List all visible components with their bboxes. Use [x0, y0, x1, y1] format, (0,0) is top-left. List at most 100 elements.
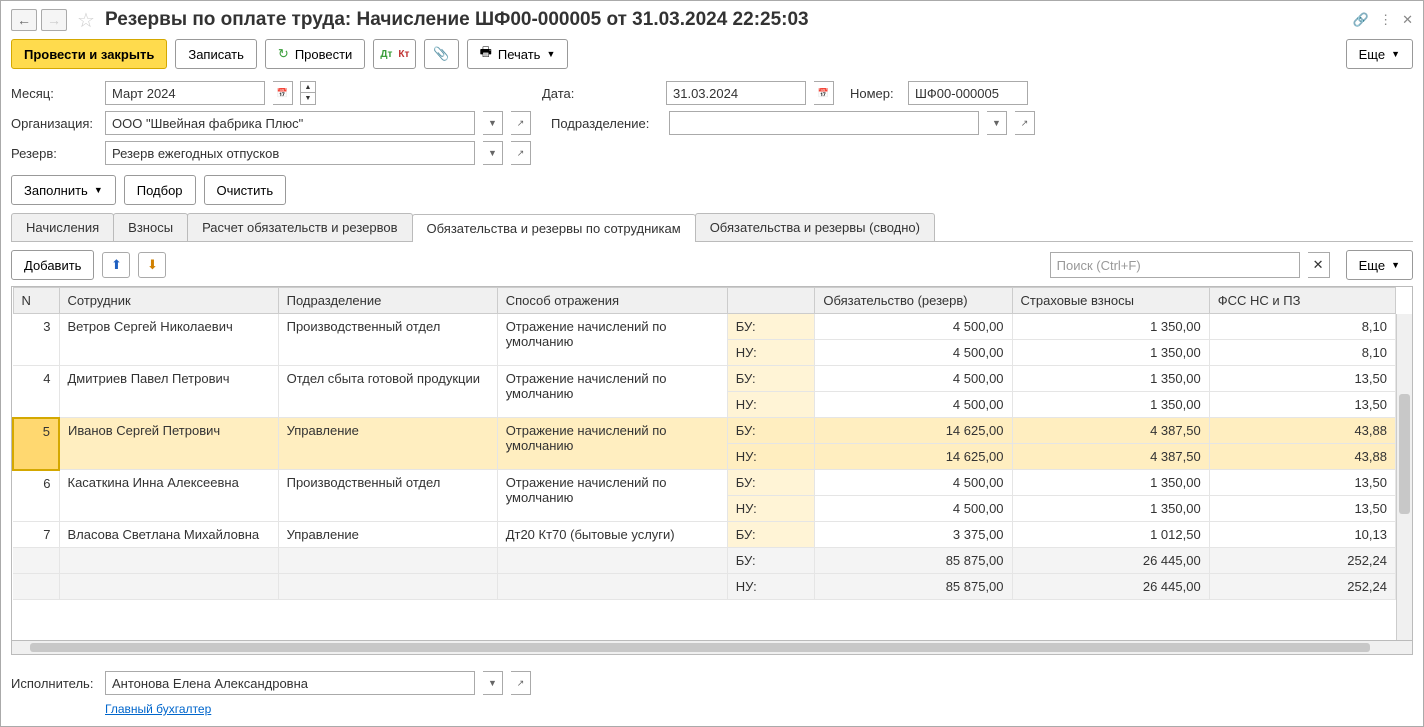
add-row-button[interactable]: Добавить: [11, 250, 94, 280]
tab-0[interactable]: Начисления: [11, 213, 114, 241]
table-cell[interactable]: [278, 574, 497, 600]
table-cell[interactable]: 8,10: [1209, 340, 1395, 366]
month-stepper[interactable]: ▲▼: [300, 81, 316, 105]
column-header[interactable]: [727, 288, 815, 314]
column-header[interactable]: Страховые взносы: [1012, 288, 1209, 314]
table-cell[interactable]: 1 350,00: [1012, 496, 1209, 522]
org-input[interactable]: ООО "Швейная фабрика Плюс": [105, 111, 475, 135]
table-row[interactable]: 6Касаткина Инна АлексеевнаПроизводственн…: [13, 470, 1396, 496]
table-cell[interactable]: 1 012,50: [1012, 522, 1209, 548]
table-cell[interactable]: 1 350,00: [1012, 470, 1209, 496]
employees-table[interactable]: NСотрудникПодразделениеСпособ отраженияО…: [12, 287, 1396, 600]
table-cell[interactable]: [13, 548, 59, 574]
table-cell[interactable]: БУ:: [727, 314, 815, 340]
table-cell[interactable]: Отдел сбыта готовой продукции: [278, 366, 497, 418]
table-cell[interactable]: 8,10: [1209, 314, 1395, 340]
table-cell[interactable]: [59, 574, 278, 600]
dept-open-button[interactable]: ↗: [1015, 111, 1035, 135]
table-cell[interactable]: НУ:: [727, 444, 815, 470]
table-cell[interactable]: 1 350,00: [1012, 314, 1209, 340]
reserve-dropdown-button[interactable]: ▼: [483, 141, 503, 165]
post-button[interactable]: ↻Провести: [265, 39, 365, 69]
save-button[interactable]: Записать: [175, 39, 257, 69]
table-cell[interactable]: 13,50: [1209, 470, 1395, 496]
tab-1[interactable]: Взносы: [113, 213, 188, 241]
column-header[interactable]: Способ отражения: [497, 288, 727, 314]
date-input[interactable]: 31.03.2024: [666, 81, 806, 105]
reserve-input[interactable]: Резерв ежегодных отпусков: [105, 141, 475, 165]
table-cell[interactable]: [497, 574, 727, 600]
table-cell[interactable]: БУ:: [727, 470, 815, 496]
org-open-button[interactable]: ↗: [511, 111, 531, 135]
table-cell[interactable]: БУ:: [727, 418, 815, 444]
table-cell[interactable]: 3 375,00: [815, 522, 1012, 548]
table-cell[interactable]: 252,24: [1209, 548, 1395, 574]
table-cell[interactable]: [13, 574, 59, 600]
table-cell[interactable]: 1 350,00: [1012, 392, 1209, 418]
nav-forward-button[interactable]: →: [41, 9, 67, 31]
table-cell[interactable]: 4 500,00: [815, 470, 1012, 496]
dept-input[interactable]: [669, 111, 979, 135]
table-cell[interactable]: Производственный отдел: [278, 314, 497, 366]
move-down-button[interactable]: ⬇: [138, 252, 166, 278]
table-cell[interactable]: [278, 548, 497, 574]
column-header[interactable]: N: [13, 288, 59, 314]
table-cell[interactable]: БУ:: [727, 522, 815, 548]
print-button[interactable]: 🖶Печать▼: [467, 39, 569, 69]
more-button[interactable]: Еще ▼: [1346, 39, 1413, 69]
table-cell[interactable]: 4 500,00: [815, 392, 1012, 418]
column-header[interactable]: Подразделение: [278, 288, 497, 314]
table-more-button[interactable]: Еще ▼: [1346, 250, 1413, 280]
table-cell[interactable]: НУ:: [727, 340, 815, 366]
table-cell[interactable]: НУ:: [727, 496, 815, 522]
role-link[interactable]: Главный бухгалтер: [105, 702, 211, 716]
reserve-open-button[interactable]: ↗: [511, 141, 531, 165]
table-cell[interactable]: 14 625,00: [815, 444, 1012, 470]
table-cell[interactable]: 4 500,00: [815, 340, 1012, 366]
dept-dropdown-button[interactable]: ▼: [987, 111, 1007, 135]
table-cell[interactable]: Иванов Сергей Петрович: [59, 418, 278, 470]
menu-dots-icon[interactable]: ⋮: [1379, 12, 1392, 28]
nav-back-button[interactable]: ←: [11, 9, 37, 31]
tab-3[interactable]: Обязательства и резервы по сотрудникам: [412, 214, 696, 242]
table-cell[interactable]: 4 387,50: [1012, 418, 1209, 444]
column-header[interactable]: Сотрудник: [59, 288, 278, 314]
table-cell[interactable]: 252,24: [1209, 574, 1395, 600]
table-cell[interactable]: Управление: [278, 418, 497, 470]
table-cell[interactable]: 5: [13, 418, 59, 470]
table-cell[interactable]: 4 500,00: [815, 366, 1012, 392]
close-icon[interactable]: ✕: [1402, 12, 1413, 28]
fill-button[interactable]: Заполнить ▼: [11, 175, 116, 205]
table-cell[interactable]: 85 875,00: [815, 574, 1012, 600]
column-header[interactable]: Обязательство (резерв): [815, 288, 1012, 314]
table-cell[interactable]: Дмитриев Павел Петрович: [59, 366, 278, 418]
table-cell[interactable]: 1 350,00: [1012, 340, 1209, 366]
clear-button[interactable]: Очистить: [204, 175, 287, 205]
table-cell[interactable]: Отражение начислений по умолчанию: [497, 366, 727, 418]
table-cell[interactable]: Отражение начислений по умолчанию: [497, 418, 727, 470]
table-cell[interactable]: 13,50: [1209, 392, 1395, 418]
table-cell[interactable]: Власова Светлана Михайловна: [59, 522, 278, 548]
table-cell[interactable]: 13,50: [1209, 496, 1395, 522]
tab-2[interactable]: Расчет обязательств и резервов: [187, 213, 412, 241]
table-cell[interactable]: БУ:: [727, 548, 815, 574]
table-cell[interactable]: 43,88: [1209, 444, 1395, 470]
table-cell[interactable]: Отражение начислений по умолчанию: [497, 470, 727, 522]
table-cell[interactable]: [59, 548, 278, 574]
search-input[interactable]: Поиск (Ctrl+F): [1050, 252, 1300, 278]
pick-button[interactable]: Подбор: [124, 175, 196, 205]
table-cell[interactable]: 14 625,00: [815, 418, 1012, 444]
table-cell[interactable]: БУ:: [727, 366, 815, 392]
table-row[interactable]: 7Власова Светлана МихайловнаУправлениеДт…: [13, 522, 1396, 548]
table-cell[interactable]: 6: [13, 470, 59, 522]
search-clear-button[interactable]: ✕: [1308, 252, 1330, 278]
column-header[interactable]: ФСС НС и ПЗ: [1209, 288, 1395, 314]
month-input[interactable]: Март 2024: [105, 81, 265, 105]
date-calendar-button[interactable]: 📅: [814, 81, 834, 105]
table-cell[interactable]: 4: [13, 366, 59, 418]
horizontal-scrollbar[interactable]: [11, 641, 1413, 655]
table-cell[interactable]: 3: [13, 314, 59, 366]
table-cell[interactable]: Касаткина Инна Алексеевна: [59, 470, 278, 522]
table-cell[interactable]: Отражение начислений по умолчанию: [497, 314, 727, 366]
table-cell[interactable]: 4 387,50: [1012, 444, 1209, 470]
